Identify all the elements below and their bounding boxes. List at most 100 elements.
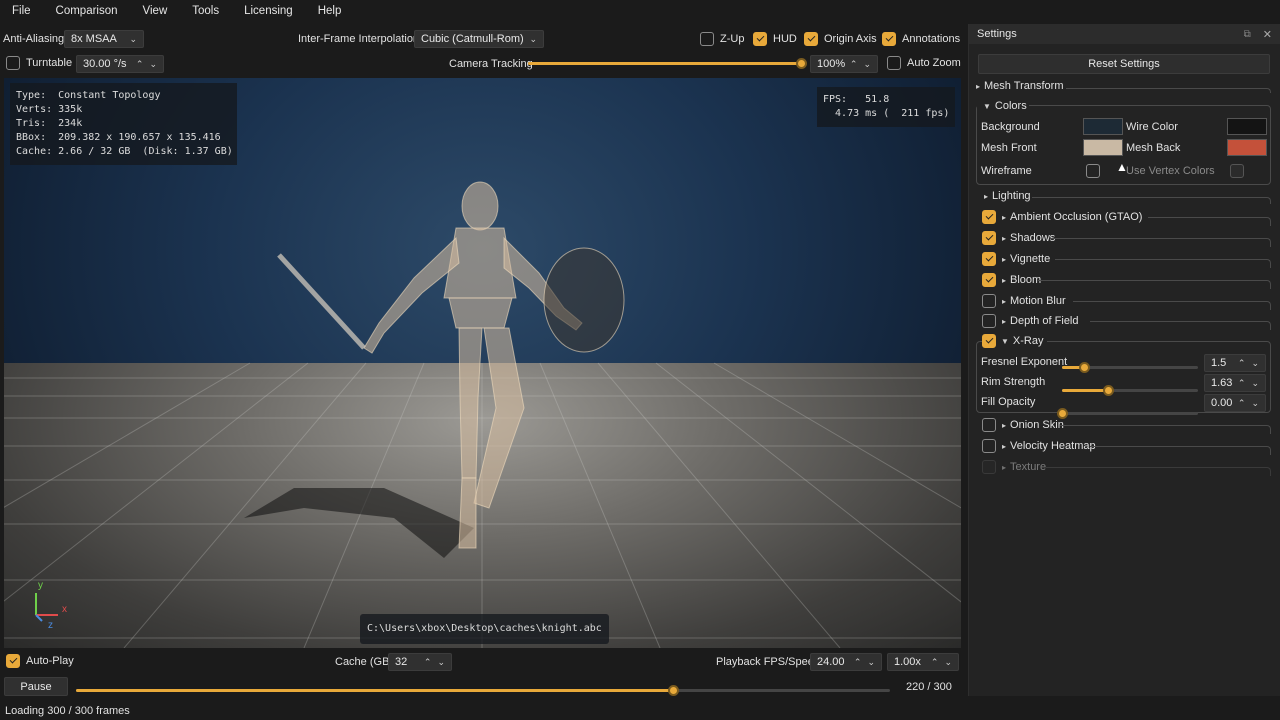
decrement-icon[interactable]: ⌄: [1251, 358, 1259, 369]
annotations-checkbox[interactable]: [882, 32, 896, 46]
decrement-icon[interactable]: ⌄: [1251, 378, 1259, 389]
increment-icon[interactable]: ⌃: [1238, 358, 1246, 369]
xray-param-input[interactable]: 0.00 ⌃ ⌄: [1204, 394, 1266, 412]
camera-tracking-label: Camera Tracking: [449, 58, 533, 70]
origin-axis-checkbox[interactable]: [804, 32, 818, 46]
decrement-icon[interactable]: ⌄: [1251, 398, 1259, 409]
undock-icon[interactable]: ⧉: [1244, 29, 1251, 40]
speed-input[interactable]: 1.00x ⌃ ⌄: [887, 653, 959, 671]
wireframe-checkbox[interactable]: [1086, 164, 1100, 178]
settings-title: Settings: [977, 28, 1017, 40]
decrement-icon[interactable]: ⌄: [863, 59, 871, 70]
increment-icon[interactable]: ⌃: [424, 657, 432, 668]
decrement-icon[interactable]: ⌄: [149, 59, 157, 70]
effect-checkbox[interactable]: [982, 273, 996, 287]
section-border: [1060, 425, 1271, 434]
timeline-slider[interactable]: [76, 685, 890, 696]
camera-tracking-handle[interactable]: [796, 58, 808, 69]
settings-title-bar[interactable]: Settings ⧉ ✕: [969, 24, 1280, 44]
autoplay-toggle[interactable]: Auto-Play: [6, 654, 74, 668]
slider-handle[interactable]: [1078, 362, 1090, 373]
wire-color-swatch[interactable]: [1227, 118, 1267, 135]
menu-help[interactable]: Help: [306, 0, 355, 22]
cache-input[interactable]: 32 ⌃ ⌄: [388, 653, 452, 671]
zup-toggle[interactable]: Z-Up: [700, 32, 744, 46]
anti-aliasing-select[interactable]: 8x MSAA ⌄: [64, 30, 144, 48]
onion-skin-checkbox[interactable]: [982, 418, 996, 432]
menu-licensing[interactable]: Licensing: [232, 0, 306, 22]
effect-row[interactable]: ▸ Motion Blur: [982, 294, 1066, 308]
camera-tracking-slider[interactable]: [528, 58, 808, 69]
auto-zoom-checkbox[interactable]: [887, 56, 901, 70]
effect-row[interactable]: ▸ Depth of Field: [982, 314, 1079, 328]
origin-axis-toggle[interactable]: Origin Axis: [804, 32, 877, 46]
turntable-toggle[interactable]: Turntable: [6, 56, 72, 70]
increment-icon[interactable]: ⌃: [854, 657, 862, 668]
reset-settings-button[interactable]: Reset Settings: [978, 54, 1270, 74]
xray-header[interactable]: ▼ X-Ray: [982, 334, 1048, 348]
annotations-label: Annotations: [902, 33, 961, 45]
decrement-icon[interactable]: ⌄: [867, 657, 875, 668]
expand-arrow-icon: ▸: [1002, 296, 1007, 306]
turntable-speed-input[interactable]: 30.00 °/s ⌃ ⌄: [76, 55, 164, 73]
annotations-toggle[interactable]: Annotations: [882, 32, 960, 46]
increment-icon[interactable]: ⌃: [1238, 378, 1246, 389]
decrement-icon[interactable]: ⌄: [944, 657, 952, 668]
xray-param-slider[interactable]: [1057, 408, 1198, 419]
xray-param-input[interactable]: 1.63 ⌃ ⌄: [1204, 374, 1266, 392]
turntable-checkbox[interactable]: [6, 56, 20, 70]
menu-tools[interactable]: Tools: [180, 0, 232, 22]
increment-icon[interactable]: ⌃: [850, 59, 858, 70]
hud-toggle[interactable]: HUD: [753, 32, 797, 46]
pause-button[interactable]: Pause: [4, 677, 68, 696]
collapse-arrow-icon[interactable]: ▼: [983, 102, 991, 111]
section-border: [1032, 197, 1271, 204]
xray-param-input[interactable]: 1.5 ⌃ ⌄: [1204, 354, 1266, 372]
effect-row[interactable]: ▸ Bloom: [982, 273, 1041, 287]
effect-checkbox[interactable]: [982, 252, 996, 266]
section-onion-skin[interactable]: ▸ Onion Skin: [982, 418, 1064, 432]
effect-row[interactable]: ▸ Shadows: [982, 231, 1055, 245]
zup-checkbox[interactable]: [700, 32, 714, 46]
section-velocity-heatmap[interactable]: ▸ Velocity Heatmap: [982, 439, 1096, 453]
menu-view[interactable]: View: [131, 0, 181, 22]
3d-viewport[interactable]: Type: Constant Topology Verts: 335k Tris…: [4, 78, 961, 648]
hud-checkbox[interactable]: [753, 32, 767, 46]
effect-checkbox[interactable]: [982, 294, 996, 308]
mesh-transform-label: Mesh Transform: [984, 80, 1064, 92]
velocity-heatmap-checkbox[interactable]: [982, 439, 996, 453]
camera-tracking-fill: [528, 62, 802, 65]
xray-param-value: 0.00: [1211, 397, 1233, 409]
effect-checkbox[interactable]: [982, 314, 996, 328]
section-border: [1049, 238, 1271, 247]
mesh-front-swatch[interactable]: [1083, 139, 1123, 156]
effect-checkbox[interactable]: [982, 210, 996, 224]
close-icon[interactable]: ✕: [1263, 28, 1272, 41]
camera-tracking-input[interactable]: 100% ⌃ ⌄: [810, 55, 878, 73]
interpolation-select[interactable]: Cubic (Catmull-Rom) ⌄: [414, 30, 544, 48]
increment-icon[interactable]: ⌃: [931, 657, 939, 668]
effect-row[interactable]: ▸ Vignette: [982, 252, 1050, 266]
background-color-swatch[interactable]: [1083, 118, 1123, 135]
increment-icon[interactable]: ⌃: [1238, 398, 1246, 409]
effect-row[interactable]: ▸ Ambient Occlusion (GTAO): [982, 210, 1142, 224]
menu-file[interactable]: File: [0, 0, 44, 22]
menu-comparison[interactable]: Comparison: [44, 0, 131, 22]
fps-input[interactable]: 24.00 ⌃ ⌄: [810, 653, 882, 671]
auto-zoom-toggle[interactable]: Auto Zoom: [887, 56, 961, 70]
mesh-back-swatch[interactable]: [1227, 139, 1267, 156]
expand-arrow-icon: ▸: [984, 191, 989, 201]
interpolation-label: Inter-Frame Interpolation: [298, 33, 420, 45]
autoplay-checkbox[interactable]: [6, 654, 20, 668]
velocity-heatmap-label: Velocity Heatmap: [1010, 440, 1096, 452]
effect-checkbox[interactable]: [982, 231, 996, 245]
xray-param-slider[interactable]: [1062, 385, 1198, 396]
texture-label: Texture: [1010, 461, 1047, 473]
decrement-icon[interactable]: ⌄: [437, 657, 445, 668]
xray-param-slider[interactable]: [1062, 362, 1198, 373]
increment-icon[interactable]: ⌃: [136, 59, 144, 70]
section-lighting[interactable]: ▸ Lighting: [984, 190, 1031, 202]
xray-checkbox[interactable]: [982, 334, 996, 348]
collapse-arrow-icon[interactable]: ▼: [1001, 337, 1009, 346]
timeline-handle[interactable]: [667, 685, 679, 696]
